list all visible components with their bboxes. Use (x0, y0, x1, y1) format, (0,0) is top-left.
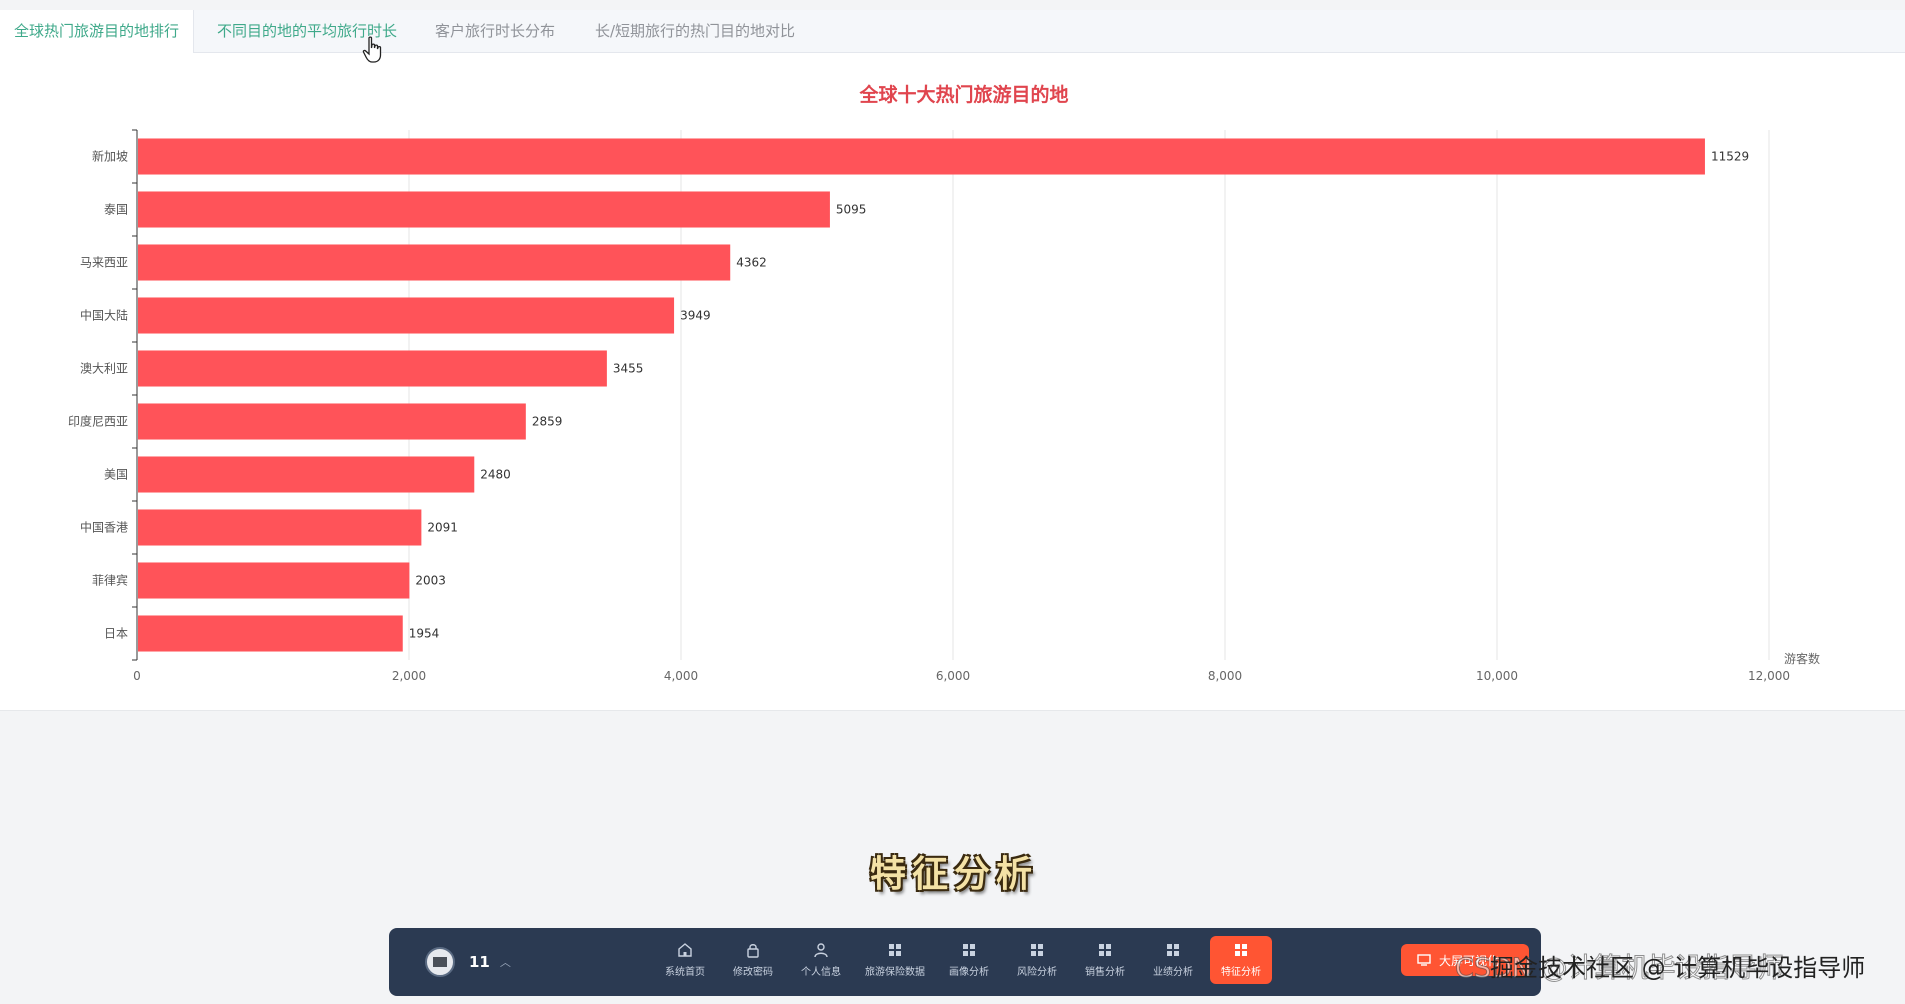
video-caption: 特征分析 (870, 853, 1039, 895)
bar (138, 615, 403, 652)
bar (138, 350, 607, 387)
bar (138, 138, 1705, 175)
bar (138, 509, 422, 546)
dock-item-label: 业绩分析 (1153, 967, 1193, 978)
bar (138, 562, 410, 599)
data-label: 2859 (532, 415, 563, 429)
dock-item-home[interactable]: 系统首页 (651, 936, 719, 984)
y-tick-label: 美国 (104, 468, 128, 482)
x-tick-label: 4,000 (664, 669, 698, 683)
dock-item-sales-analysis[interactable]: 销售分析 (1071, 936, 1139, 984)
user-icon (814, 943, 828, 958)
bar (138, 403, 526, 440)
grid-icon (1099, 944, 1111, 956)
hand-cursor-icon (362, 36, 382, 63)
chart-svg: 0 2,000 4,000 6,000 8,000 10,000 12,000 新加坡 1152… (68, 129, 1820, 683)
chevron-up-icon[interactable]: ︿ (500, 954, 511, 970)
dock-item-label: 画像分析 (949, 967, 989, 978)
tab-bar: 全球热门旅游目的地排行 不同目的地的平均旅行时长 客户旅行时长分布 长/短期旅行… (0, 10, 1905, 53)
y-tick-label: 中国大陆 (80, 308, 128, 323)
data-label: 2480 (480, 468, 511, 482)
dock-item-label: 系统首页 (665, 967, 705, 978)
x-tick-label: 10,000 (1476, 669, 1518, 683)
dock-user-name: 11 (469, 953, 490, 971)
bar (138, 297, 675, 334)
grid-icon (1167, 944, 1179, 956)
x-tick-label: 8,000 (1208, 669, 1242, 683)
y-tick-label: 菲律宾 (92, 573, 128, 588)
y-tick-label: 澳大利亚 (80, 362, 128, 376)
monitor-icon (1417, 954, 1431, 966)
dock-item-label: 个人信息 (801, 967, 841, 978)
data-label: 5095 (836, 203, 867, 217)
y-tick-label: 马来西亚 (80, 256, 128, 270)
watermark: 掘金技术社区 @ 计算机毕设指导师 (1490, 954, 1866, 982)
y-tick-label: 印度尼西亚 (68, 414, 128, 429)
dock-item-portrait-analysis[interactable]: 画像分析 (935, 936, 1003, 984)
tab-duration-distribution[interactable]: 客户旅行时长分布 (421, 10, 569, 52)
dock-item-risk-analysis[interactable]: 风险分析 (1003, 936, 1071, 984)
data-label: 1954 (409, 627, 440, 641)
tab-top-destinations[interactable]: 全球热门旅游目的地排行 (0, 10, 195, 53)
dock-item-insurance-data[interactable]: 旅游保险数据 (855, 936, 935, 984)
bar (138, 244, 731, 281)
dock-item-label: 旅游保险数据 (865, 967, 925, 978)
grid-icon (889, 944, 901, 956)
grid-icon (1031, 944, 1043, 956)
x-tick-label: 6,000 (936, 669, 970, 683)
bottom-dock: 11 ︿ 系统首页 修改密码 个人信息 旅游保险数据 画像分析 风险分析 销售分… (389, 928, 1541, 996)
x-tick-label: 0 (133, 669, 141, 683)
y-tick-label: 泰国 (104, 203, 128, 217)
y-tick-label: 日本 (104, 627, 128, 641)
lock-icon (747, 944, 759, 958)
dock-item-label: 销售分析 (1085, 967, 1125, 978)
data-label: 11529 (1711, 150, 1749, 164)
data-label: 2091 (427, 521, 458, 535)
grid-icon (1235, 944, 1247, 956)
tab-long-short-comparison[interactable]: 长/短期旅行的热门目的地对比 (581, 10, 809, 52)
data-label: 4362 (736, 256, 767, 270)
avatar[interactable] (425, 947, 455, 977)
data-label: 3455 (613, 362, 644, 376)
dock-item-change-password[interactable]: 修改密码 (719, 936, 787, 984)
data-label: 2003 (415, 574, 446, 588)
dock-menu: 系统首页 修改密码 个人信息 旅游保险数据 画像分析 风险分析 销售分析 业绩分… (651, 936, 1275, 988)
dock-item-profile[interactable]: 个人信息 (787, 936, 855, 984)
dock-item-label: 风险分析 (1017, 967, 1057, 978)
dock-item-feature-analysis[interactable]: 特征分析 (1210, 936, 1272, 984)
bar (138, 456, 475, 493)
grid-icon (963, 944, 975, 956)
bar-chart: 全球十大热门旅游目的地 0 2,000 4,000 6,000 8,000 10,000 1… (0, 62, 1905, 702)
bar (138, 191, 830, 228)
x-tick-label: 2,000 (392, 669, 426, 683)
y-tick-label: 中国香港 (80, 520, 128, 535)
home-icon (678, 943, 692, 957)
x-axis-label: 游客数 (1784, 651, 1820, 666)
chart-panel: 全球热门旅游目的地排行 不同目的地的平均旅行时长 客户旅行时长分布 长/短期旅行… (0, 10, 1905, 711)
data-label: 3949 (680, 309, 711, 323)
y-tick-label: 新加坡 (92, 149, 128, 164)
dock-user[interactable]: 11 ︿ (425, 944, 511, 980)
dock-item-label: 特征分析 (1221, 967, 1261, 978)
dock-item-label: 修改密码 (733, 967, 773, 978)
top-strip (0, 0, 1905, 10)
x-tick-label: 12,000 (1748, 669, 1790, 683)
dock-item-performance-analysis[interactable]: 业绩分析 (1139, 936, 1207, 984)
